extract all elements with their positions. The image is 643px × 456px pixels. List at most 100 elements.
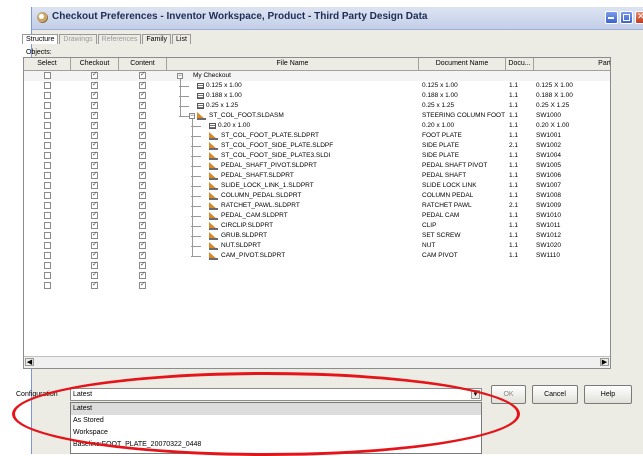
table-row[interactable] <box>24 280 610 291</box>
table-row[interactable]: ST_COL_FOOT_SIDE_PLATE3.SLDI SIDE PLATE 1.… <box>24 150 610 161</box>
select-checkbox[interactable] <box>44 232 51 239</box>
content-checkbox[interactable] <box>139 200 146 209</box>
checkout-checkbox[interactable] <box>91 170 98 179</box>
checkout-checkbox[interactable] <box>91 150 98 159</box>
column-header[interactable]: Docu... <box>506 58 534 70</box>
select-checkbox[interactable] <box>44 222 51 229</box>
checkout-checkbox[interactable] <box>91 260 98 269</box>
select-checkbox[interactable] <box>44 282 51 289</box>
table-row[interactable]: 0.25 x 1.25 0.25 x 1.25 1.1 0.25 X 1.25 <box>24 100 610 111</box>
content-checkbox[interactable] <box>139 180 146 189</box>
maximize-button[interactable] <box>620 11 633 24</box>
checkout-checkbox[interactable] <box>91 130 98 139</box>
checkout-checkbox[interactable] <box>91 140 98 149</box>
configuration-option[interactable]: As Stored <box>71 415 481 427</box>
content-checkbox[interactable] <box>139 260 146 269</box>
content-checkbox[interactable] <box>139 130 146 139</box>
column-header[interactable]: Content <box>119 58 167 70</box>
content-checkbox[interactable] <box>139 100 146 109</box>
checkout-checkbox[interactable] <box>91 120 98 129</box>
close-button[interactable] <box>635 11 643 24</box>
select-checkbox[interactable] <box>44 102 51 109</box>
content-checkbox[interactable] <box>139 160 146 169</box>
content-checkbox[interactable] <box>139 280 146 289</box>
column-header[interactable]: File Name <box>167 58 419 70</box>
scroll-right-icon[interactable]: ▶ <box>600 358 609 366</box>
table-row[interactable] <box>24 270 610 281</box>
checkout-checkbox[interactable] <box>91 190 98 199</box>
checkout-checkbox[interactable] <box>91 210 98 219</box>
checkout-checkbox[interactable] <box>91 240 98 249</box>
content-checkbox[interactable] <box>139 250 146 259</box>
checkout-checkbox[interactable] <box>91 250 98 259</box>
configuration-option[interactable]: Baseline:FOOT_PLATE_20070322_0448 <box>71 439 481 451</box>
select-checkbox[interactable] <box>44 182 51 189</box>
checkout-checkbox[interactable] <box>91 180 98 189</box>
select-checkbox[interactable] <box>44 72 51 79</box>
table-row[interactable]: COLUMN_PEDAL.SLDPRT COLUMN PEDAL 1.1 SW1008 <box>24 190 610 201</box>
content-checkbox[interactable] <box>139 90 146 99</box>
column-header[interactable]: Checkout <box>71 58 119 70</box>
select-checkbox[interactable] <box>44 162 51 169</box>
tab-list[interactable]: List <box>172 34 191 44</box>
table-row[interactable]: −ST_COL_FOOT.SLDASMSTEERING COLUMN FOOT1… <box>24 110 610 121</box>
chevron-down-icon[interactable]: ▼ <box>471 390 480 399</box>
select-checkbox[interactable] <box>44 112 51 119</box>
table-row[interactable]: PEDAL_CAM.SLDPRT PEDAL CAM 1.1 SW1010 <box>24 210 610 221</box>
select-checkbox[interactable] <box>44 202 51 209</box>
content-checkbox[interactable] <box>139 120 146 129</box>
column-header[interactable]: Select <box>24 58 71 70</box>
select-checkbox[interactable] <box>44 272 51 279</box>
checkout-checkbox[interactable] <box>91 160 98 169</box>
checkout-checkbox[interactable] <box>91 80 98 89</box>
title-bar[interactable]: Checkout Preferences - Inventor Workspac… <box>32 7 643 30</box>
checkout-checkbox[interactable] <box>91 100 98 109</box>
checkout-checkbox[interactable] <box>91 110 98 119</box>
ok-button[interactable]: OK <box>491 385 526 404</box>
select-checkbox[interactable] <box>44 262 51 269</box>
checkout-checkbox[interactable] <box>91 230 98 239</box>
table-row[interactable]: RATCHET_PAWL.SLDPRT RATCHET PAWL 2.1 SW1009 <box>24 200 610 211</box>
select-checkbox[interactable] <box>44 82 51 89</box>
table-row[interactable]: PEDAL_SHAFT_PIVOT.SLDPRT PEDAL SHAFT PIVO… <box>24 160 610 171</box>
checkout-checkbox[interactable] <box>91 200 98 209</box>
table-row[interactable]: PEDAL_SHAFT.SLDPRT PEDAL SHAFT 1.1 SW1006 <box>24 170 610 181</box>
checkout-checkbox[interactable] <box>91 70 98 79</box>
select-checkbox[interactable] <box>44 122 51 129</box>
select-checkbox[interactable] <box>44 132 51 139</box>
select-checkbox[interactable] <box>44 142 51 149</box>
content-checkbox[interactable] <box>139 220 146 229</box>
configuration-option[interactable]: Workspace <box>71 427 481 439</box>
help-button[interactable]: Help <box>584 385 632 404</box>
content-checkbox[interactable] <box>139 140 146 149</box>
table-row[interactable]: SLIDE_LOCK_LINK_1.SLDPRT SLIDE LOCK LINK 1… <box>24 180 610 191</box>
content-checkbox[interactable] <box>139 170 146 179</box>
horizontal-scrollbar[interactable]: ◀ ▶ <box>24 356 610 368</box>
content-checkbox[interactable] <box>139 70 146 79</box>
checkout-checkbox[interactable] <box>91 90 98 99</box>
content-checkbox[interactable] <box>139 80 146 89</box>
table-row[interactable]: 0.20 x 1.00 0.20 x 1.00 1.1 0.20 X 1.00 <box>24 120 610 131</box>
table-row[interactable] <box>24 260 610 271</box>
select-checkbox[interactable] <box>44 192 51 199</box>
checkout-checkbox[interactable] <box>91 270 98 279</box>
content-checkbox[interactable] <box>139 210 146 219</box>
checkout-checkbox[interactable] <box>91 220 98 229</box>
configuration-select[interactable]: Latest ▼ <box>70 388 482 401</box>
table-row[interactable]: GRUB.SLDPRT SET SCREW 1.1 SW1012 <box>24 230 610 241</box>
cancel-button[interactable]: Cancel <box>532 385 578 404</box>
table-row[interactable]: ST_COL_FOOT_SIDE_PLATE.SLDPF SIDE PLATE 2.… <box>24 140 610 151</box>
select-checkbox[interactable] <box>44 152 51 159</box>
tab-family[interactable]: Family <box>142 34 172 44</box>
tab-structure[interactable]: Structure <box>22 34 59 44</box>
select-checkbox[interactable] <box>44 92 51 99</box>
column-header[interactable]: Document Name <box>419 58 506 70</box>
content-checkbox[interactable] <box>139 190 146 199</box>
select-checkbox[interactable] <box>44 252 51 259</box>
select-checkbox[interactable] <box>44 212 51 219</box>
scroll-left-icon[interactable]: ◀ <box>25 358 34 366</box>
content-checkbox[interactable] <box>139 110 146 119</box>
column-header[interactable]: Part <box>534 58 610 70</box>
configuration-option[interactable]: Latest <box>71 403 481 415</box>
content-checkbox[interactable] <box>139 270 146 279</box>
